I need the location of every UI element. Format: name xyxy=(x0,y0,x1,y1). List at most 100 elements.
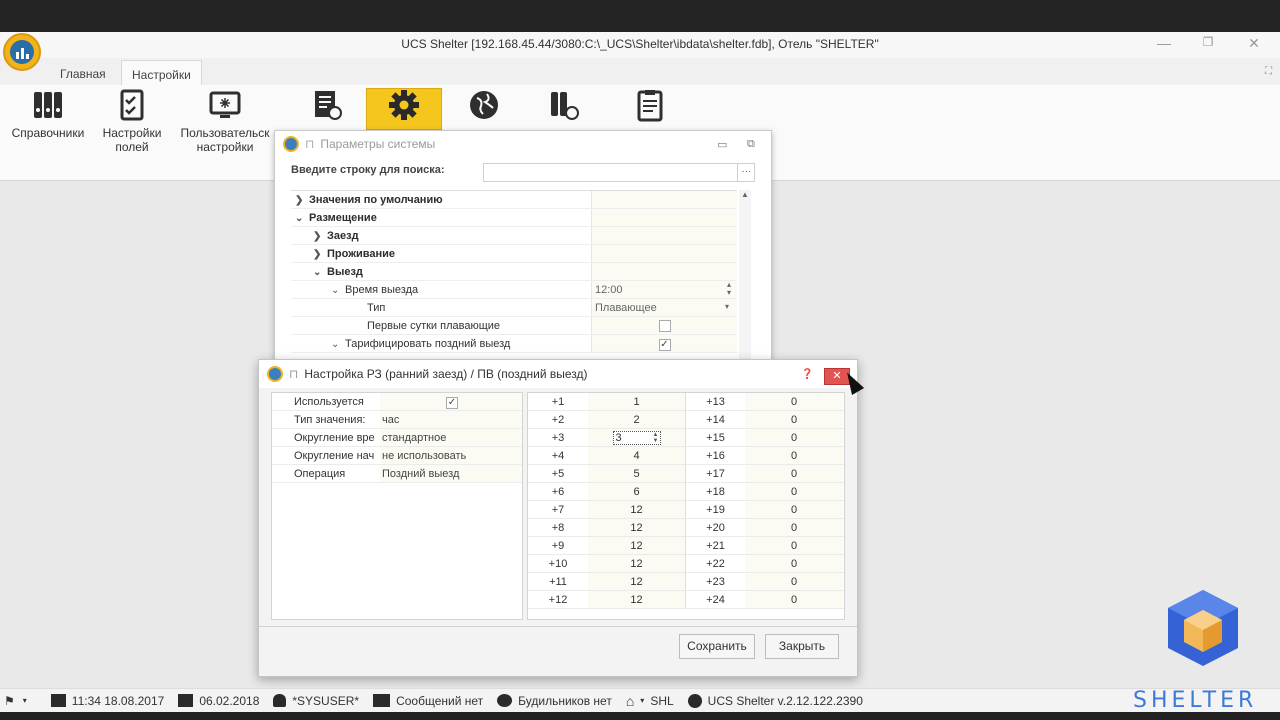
brand-cube-logo xyxy=(1168,590,1238,666)
tree-scrollbar[interactable]: ▲ xyxy=(739,190,751,366)
table-row: +9 12 +21 0 xyxy=(528,537,844,555)
calendar-icon xyxy=(50,694,66,707)
charge-rounding-field[interactable]: не использовать xyxy=(380,447,522,464)
status-user[interactable]: *SYSUSER* xyxy=(273,694,359,708)
value-type-field[interactable]: час xyxy=(380,411,522,428)
gear-icon xyxy=(389,90,419,120)
field-settings-label-1: Настройки xyxy=(102,126,162,140)
user-settings-button[interactable]: Пользовательск настройки xyxy=(176,88,274,154)
tab-settings[interactable]: Настройки xyxy=(121,60,202,86)
chevron-down-icon[interactable]: ⌄ xyxy=(331,285,345,296)
table-row: +8 12 +20 0 xyxy=(528,519,844,537)
early-late-settings-dialog: ⊓ Настройка РЗ (ранний заезд) / ПВ (позд… xyxy=(258,359,858,677)
table-row: +6 6 +18 0 xyxy=(528,483,844,501)
table-row: +10 12 +22 0 xyxy=(528,555,844,573)
tree-row[interactable]: ❯ Заезд xyxy=(291,227,737,245)
late-checkout-checkbox[interactable]: ✓ xyxy=(658,339,671,351)
gear-button-icon-wrap[interactable] xyxy=(386,88,422,126)
time-rounding-field[interactable]: стандартное xyxy=(380,429,522,446)
tree-row[interactable]: ⌄ Тарифицировать поздний выезд ✓ xyxy=(291,335,737,353)
status-datetime: 11:34 18.08.2017 xyxy=(50,694,164,708)
chevron-right-icon[interactable]: ❯ xyxy=(313,249,327,260)
flag-menu[interactable]: ⚑ ▾ xyxy=(4,694,37,708)
early-late-title: Настройка РЗ (ранний заезд) / ПВ (поздни… xyxy=(304,367,588,381)
chevron-right-icon[interactable]: ❯ xyxy=(295,195,309,206)
save-button[interactable]: Сохранить xyxy=(679,634,755,659)
table-row: +1 1 +13 0 xyxy=(528,393,844,411)
first-day-floating-checkbox[interactable] xyxy=(658,320,671,332)
list-gear-icon xyxy=(315,91,342,120)
tab-main[interactable]: Главная xyxy=(50,60,116,86)
app-logo[interactable] xyxy=(3,33,41,71)
tree-row[interactable]: Первые сутки плавающие xyxy=(291,317,737,335)
collapse-ribbon-icon[interactable]: ⛶ xyxy=(1265,66,1272,77)
operation-field[interactable]: Поздний выезд xyxy=(380,465,522,482)
status-bar: ⚑ ▾ 11:34 18.08.2017 06.02.2018 *SYSUSER*… xyxy=(0,688,1280,712)
spin-icon[interactable]: ▴ ▾ xyxy=(727,281,731,297)
hour-value-editor[interactable]: 3 ▲ ▼ xyxy=(612,431,661,445)
binders-settings-button[interactable] xyxy=(546,88,582,126)
globe-button[interactable] xyxy=(466,88,502,126)
field-settings-label-2: полей xyxy=(115,140,149,154)
tree-row[interactable]: ❯ Значения по умолчанию xyxy=(291,191,737,209)
type-select[interactable]: Плавающее ▾ xyxy=(591,299,737,316)
pin-icon: ⊓ xyxy=(289,367,299,381)
prop-row: Округление нач не использовать xyxy=(272,447,522,465)
dictionaries-label: Справочники xyxy=(11,126,85,140)
tree-row[interactable]: ⌄ Выезд xyxy=(291,263,737,281)
search-input[interactable] xyxy=(483,163,755,182)
restore-icon[interactable]: ⧉ xyxy=(747,138,755,151)
close-window-icon[interactable]: ✕ xyxy=(1244,35,1264,52)
table-row: +2 2 +14 0 xyxy=(528,411,844,429)
system-parameters-titlebar[interactable]: ⊓ Параметры системы xyxy=(275,131,771,157)
screen-top-bar xyxy=(0,0,1280,32)
pin-icon: ⊓ xyxy=(305,137,315,151)
home-icon: ⌂ xyxy=(625,692,635,709)
globe-icon xyxy=(687,693,702,708)
chevron-right-icon[interactable]: ❯ xyxy=(313,231,327,242)
table-row: +7 12 +19 0 xyxy=(528,501,844,519)
status-messages[interactable]: Сообщений нет xyxy=(373,694,483,708)
table-row: +12 12 +24 0 xyxy=(528,591,844,609)
minimize-icon[interactable]: — xyxy=(1154,35,1174,51)
spin-icon[interactable]: ▲ ▼ xyxy=(653,432,659,444)
dictionaries-button[interactable]: Справочники xyxy=(8,88,88,140)
properties-panel: Используется ✓ Тип значения: час Округлени… xyxy=(271,392,523,620)
flag-icon: ⚑ xyxy=(4,693,15,708)
used-checkbox[interactable]: ✓ xyxy=(446,397,458,409)
maximize-icon[interactable]: ▭ xyxy=(717,138,727,151)
chevron-down-icon[interactable]: ⌄ xyxy=(295,213,309,224)
status-date: 06.02.2018 xyxy=(178,694,259,708)
user-settings-label-2: настройки xyxy=(196,140,254,154)
brand-wordmark: SHELTER xyxy=(1133,688,1258,713)
status-hotel[interactable]: ⌂ ▾ SHL xyxy=(626,693,674,709)
checkout-time-value[interactable]: 12:00 ▴ ▾ xyxy=(591,281,737,298)
tree-row[interactable]: ⌄ Время выезда 12:00 ▴ ▾ xyxy=(291,281,737,299)
table-row: +11 12 +23 0 xyxy=(528,573,844,591)
services-button[interactable] xyxy=(310,88,344,126)
dialog-divider xyxy=(259,626,857,627)
search-more-button[interactable]: ··· xyxy=(737,163,755,182)
clipboard-button[interactable] xyxy=(632,88,668,126)
prop-row: Тип значения: час xyxy=(272,411,522,429)
dialog-logo-icon xyxy=(283,136,299,152)
tree-row[interactable]: ❯ Проживание xyxy=(291,245,737,263)
table-row: +4 4 +16 0 xyxy=(528,447,844,465)
field-settings-button[interactable]: Настройки полей xyxy=(98,88,166,154)
prop-row: Используется ✓ xyxy=(272,393,522,411)
status-alarms[interactable]: Будильников нет xyxy=(497,694,612,708)
search-label: Введите строку для поиска: xyxy=(291,164,445,176)
tree-row[interactable]: Тип Плавающее ▾ xyxy=(291,299,737,317)
tree-row[interactable]: ⌄ Размещение xyxy=(291,209,737,227)
globe-icon xyxy=(470,91,498,119)
hours-grid: +1 1 +13 0 +2 2 +14 0 +3 3 ▲ ▼ +15 0 +4 4 +16 0 +5 5 +17… xyxy=(527,392,845,620)
restore-icon[interactable]: ❐ xyxy=(1198,35,1218,49)
dropdown-icon[interactable]: ▾ xyxy=(725,302,729,311)
early-late-titlebar[interactable]: ⊓ Настройка РЗ (ранний заезд) / ПВ (позд… xyxy=(259,360,857,388)
close-button[interactable]: Закрыть xyxy=(765,634,839,659)
chevron-down-icon[interactable]: ⌄ xyxy=(313,267,327,278)
envelope-icon xyxy=(373,694,391,707)
chevron-down-icon[interactable]: ⌄ xyxy=(331,339,345,350)
status-version: UCS Shelter v.2.12.122.2390 xyxy=(687,693,863,708)
help-icon[interactable]: ❓ xyxy=(801,369,813,380)
